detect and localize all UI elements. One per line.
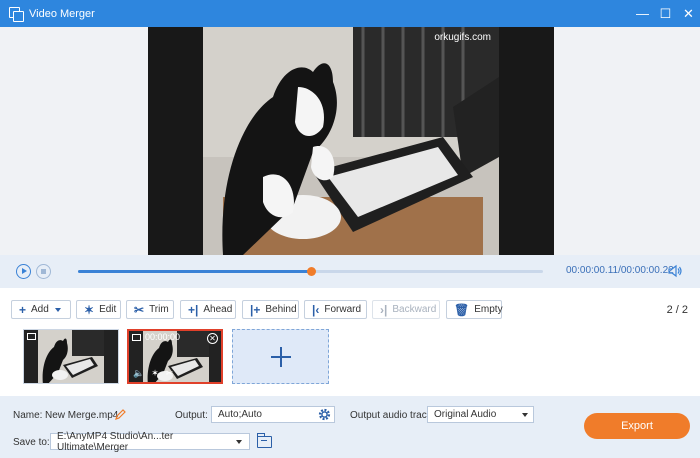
move-forward-icon: |‹ <box>312 302 320 317</box>
add-label: Add <box>31 304 49 315</box>
cat-typing-image <box>203 27 499 255</box>
clip-strip: 00:00:00 ✕ 🔈 ✶ ✂ <box>0 328 700 396</box>
scissors-icon: ✂ <box>134 302 145 317</box>
maximize-button[interactable]: ☐ <box>654 0 677 27</box>
output-value: Auto;Auto <box>218 409 262 420</box>
save-path-select[interactable]: E:\AnyMP4 Studio\An...ter Ultimate\Merge… <box>50 430 250 453</box>
watermark-text: orkugifs.com <box>434 32 491 43</box>
remove-clip-icon[interactable]: ✕ <box>207 333 218 344</box>
audio-track-label: Output audio track: <box>350 410 435 421</box>
chevron-down-icon[interactable] <box>230 433 247 450</box>
video-player[interactable]: orkugifs.com <box>148 27 554 255</box>
plus-icon: + <box>19 302 27 317</box>
forward-label: Forward <box>324 304 362 315</box>
behind-button[interactable]: |+ Behind <box>242 300 299 319</box>
add-button[interactable]: + Add <box>11 300 71 319</box>
move-backward-icon: ›| <box>380 302 388 317</box>
ahead-button[interactable]: +| Ahead <box>180 300 236 319</box>
clip-duration: 00:00:00 <box>145 332 181 342</box>
play-button[interactable] <box>16 264 31 279</box>
edit-button[interactable]: ✶ Edit <box>76 300 121 319</box>
progress-fill <box>78 270 311 273</box>
edit-label: Edit <box>99 304 117 315</box>
title-bar: Video Merger — ☐ ✕ <box>0 0 700 27</box>
trash-icon: 🗑 <box>454 302 470 317</box>
chevron-down-icon <box>54 307 61 312</box>
name-value: New Merge.mp4 <box>45 410 119 421</box>
forward-button[interactable]: |‹ Forward <box>304 300 367 319</box>
insert-ahead-icon: +| <box>188 302 199 317</box>
folder-icon[interactable] <box>257 433 272 448</box>
film-icon <box>132 334 141 341</box>
edit-toolbar: + Add ✶ Edit ✂ Trim +| Ahead |+ Behind |… <box>0 288 700 328</box>
timecode: 00:00:00.11/00:00:00.22 <box>566 265 674 276</box>
clip-1-image <box>38 330 104 383</box>
pencil-icon[interactable] <box>115 409 126 420</box>
backward-button[interactable]: ›| Backward <box>372 300 440 319</box>
stop-button[interactable] <box>36 264 51 279</box>
insert-behind-icon: |+ <box>250 302 261 317</box>
volume-icon[interactable] <box>668 264 682 278</box>
chevron-down-icon[interactable] <box>516 406 533 423</box>
magic-wand-icon: ✶ <box>84 302 95 317</box>
add-clip-placeholder[interactable] <box>232 329 329 384</box>
film-icon <box>27 333 36 340</box>
output-label: Output: <box>175 410 208 421</box>
trim-label: Trim <box>149 304 169 315</box>
empty-button[interactable]: 🗑 Empty <box>446 300 503 319</box>
progress-track[interactable] <box>78 267 543 276</box>
video-frame: orkugifs.com <box>203 27 499 255</box>
clip-thumbnail-1[interactable] <box>23 329 119 384</box>
backward-label: Backward <box>392 304 437 315</box>
behind-label: Behind <box>265 304 297 315</box>
audio-track-value: Original Audio <box>434 409 497 420</box>
close-button[interactable]: ✕ <box>677 0 700 27</box>
save-to-label: Save to: <box>13 437 50 448</box>
clip-thumbnail-2[interactable]: 00:00:00 ✕ 🔈 ✶ ✂ <box>127 329 223 384</box>
trim-button[interactable]: ✂ Trim <box>126 300 174 319</box>
scissors-icon[interactable]: ✂ <box>166 368 174 379</box>
progress-thumb[interactable] <box>306 267 316 276</box>
page-counter: 2 / 2 <box>666 304 688 316</box>
merger-app-icon <box>9 6 24 22</box>
playback-bar: 00:00:00.11/00:00:00.22 <box>0 255 700 288</box>
gear-icon[interactable] <box>318 408 331 421</box>
effect-wand-icon[interactable]: ✶ <box>151 368 159 379</box>
output-format-field[interactable]: Auto;Auto <box>211 406 335 423</box>
ahead-label: Ahead <box>203 304 233 315</box>
output-panel: Name: New Merge.mp4 Output: Auto;Auto Ou… <box>0 396 700 458</box>
minimize-button[interactable]: — <box>631 0 654 27</box>
name-label: Name: <box>13 410 43 421</box>
audio-icon[interactable]: 🔈 <box>133 368 144 379</box>
window-controls: — ☐ ✕ <box>631 0 700 27</box>
save-path-value: E:\AnyMP4 Studio\An...ter Ultimate\Merge… <box>57 430 174 453</box>
clip-tools: 🔈 ✶ ✂ <box>133 368 173 379</box>
window-title: Video Merger <box>29 7 95 20</box>
preview-area: orkugifs.com <box>0 27 700 255</box>
export-button[interactable]: Export <box>584 413 690 439</box>
empty-label: Empty <box>474 304 503 315</box>
